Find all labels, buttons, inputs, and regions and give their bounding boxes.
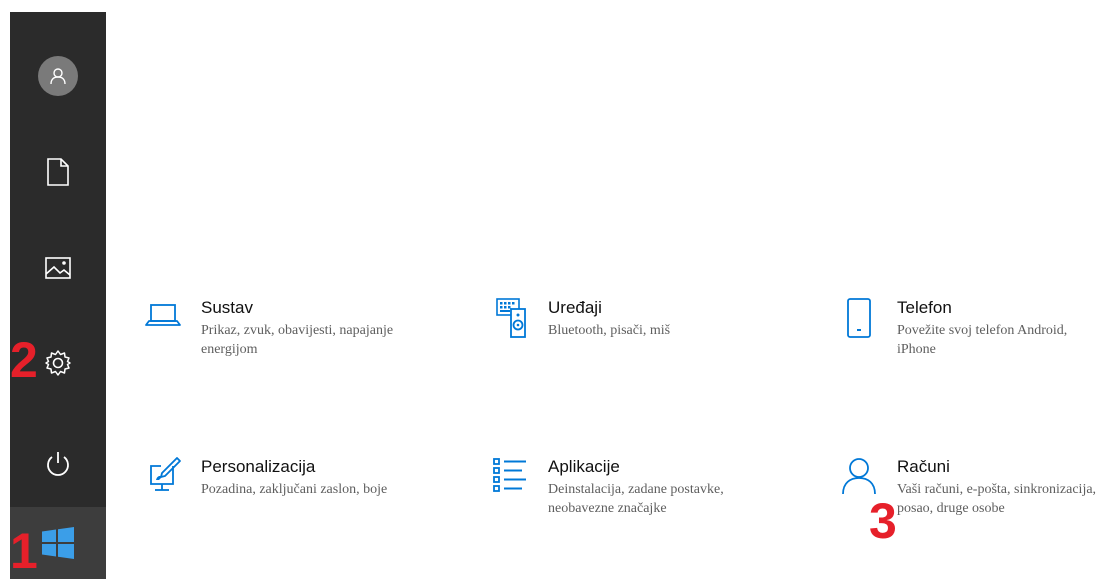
document-icon (47, 158, 69, 186)
tile-description: Bluetooth, pisači, miš (548, 323, 671, 338)
windows-logo-icon (42, 527, 74, 559)
picture-icon (45, 257, 71, 279)
documents-button[interactable] (10, 144, 106, 200)
power-button[interactable] (10, 436, 106, 492)
tile-accounts[interactable]: Računi Vaši računi, e-pošta, sinkronizac… (834, 456, 1102, 518)
tile-title: Uređaji (548, 298, 602, 317)
user-icon (38, 56, 78, 96)
tile-system[interactable]: Sustav Prikaz, zvuk, obavijesti, napajan… (138, 297, 406, 359)
tile-description: Povežite svoj telefon Android, iPhone (897, 323, 1068, 357)
personalization-icon (150, 457, 181, 491)
power-icon (47, 452, 69, 476)
tile-description: Deinstalacija, zadane postavke, neobavez… (548, 482, 724, 516)
tile-title: Personalizacija (201, 457, 316, 476)
pictures-button[interactable] (10, 240, 106, 296)
tile-description: Vaši računi, e-pošta, sinkronizacija, po… (897, 482, 1097, 516)
start-menu-rail (10, 12, 106, 579)
devices-icon (496, 298, 526, 338)
tile-description: Prikaz, zvuk, obavijesti, napajanje ener… (201, 323, 394, 357)
laptop-icon (145, 304, 181, 326)
phone-icon (847, 298, 871, 338)
tile-title: Aplikacije (548, 457, 620, 476)
tile-devices[interactable]: Uređaji Bluetooth, pisači, miš (485, 297, 670, 347)
settings-button[interactable] (10, 335, 106, 391)
gear-icon (45, 350, 71, 376)
tile-title: Sustav (201, 298, 253, 317)
tile-apps[interactable]: Aplikacije Deinstalacija, zadane postavk… (485, 456, 753, 518)
user-account-button[interactable] (10, 48, 106, 104)
accounts-icon (842, 458, 876, 495)
tile-description: Pozadina, zaključani zaslon, boje (201, 482, 388, 497)
tile-personalization[interactable]: Personalizacija Pozadina, zaključani zas… (138, 456, 387, 506)
tile-title: Telefon (897, 298, 952, 317)
screenshot-frame: 2 1 3 Sustav Prikaz, zvuk, obavijesti, n… (0, 0, 1110, 579)
start-button[interactable] (10, 507, 106, 579)
tile-phone[interactable]: Telefon Povežite svoj telefon Android, i… (834, 297, 1102, 359)
tile-title: Računi (897, 457, 950, 476)
apps-icon (493, 458, 526, 492)
